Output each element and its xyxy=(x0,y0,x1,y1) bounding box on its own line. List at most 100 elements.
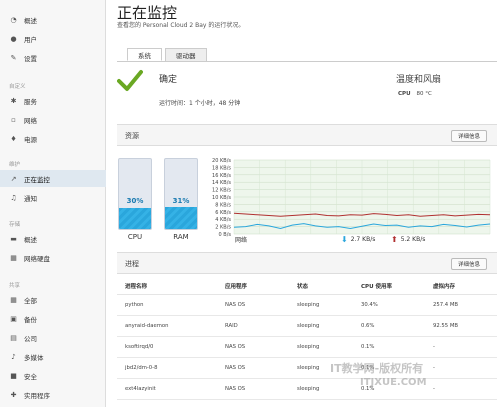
gear-icon: ✱ xyxy=(10,96,17,105)
sidebar-item-monitoring[interactable]: ↗ 正在监控 xyxy=(0,170,106,187)
column-header[interactable]: 虚拟内存 xyxy=(425,278,497,295)
cell: 30.4% xyxy=(353,294,425,316)
y-tick-label: 14 KB/s xyxy=(212,180,231,186)
sidebar-item-notifications[interactable]: ♫ 通知 xyxy=(0,189,106,206)
sidebar-item-all[interactable]: ▦ 全部 xyxy=(0,291,106,308)
sidebar-item-multimedia[interactable]: ♪ 多媒体 xyxy=(0,348,106,365)
column-header[interactable]: 进程名称 xyxy=(117,278,217,295)
network-chart: 0 B/s2 KB/s 4 KB/s6 KB/s 8 KB/s10 KB/s12 K… xyxy=(212,158,491,238)
y-tick-label: 20 KB/s xyxy=(212,158,231,164)
sidebar-item-company[interactable]: ▤ 公司 xyxy=(0,329,106,346)
lock-icon: ■ xyxy=(10,371,17,380)
network-label: 网络 xyxy=(235,237,248,244)
sidebar-item-label: 网络硬盘 xyxy=(24,254,50,263)
table-row[interactable]: anyraid-daemon RAID sleeping 0.6% 92.55 … xyxy=(117,315,497,337)
storage-overview-icon: ▬ xyxy=(10,234,17,243)
user-icon: ● xyxy=(10,34,17,43)
network-drive-icon: ▦ xyxy=(10,253,17,262)
column-header[interactable]: 应用程序 xyxy=(217,278,289,295)
y-tick-label: 8 KB/s xyxy=(215,202,231,208)
wrench-icon: ✎ xyxy=(10,53,17,62)
sidebar-item-label: 备份 xyxy=(24,315,37,324)
sidebar-item-label: 实用程序 xyxy=(24,391,50,400)
cell: jbd2/dm-0-8 xyxy=(117,357,217,379)
sidebar-item-backup[interactable]: ▣ 备份 xyxy=(0,310,106,327)
tab-system[interactable]: 系统 xyxy=(127,48,162,61)
ram-gauge: 31% xyxy=(164,158,198,230)
cell: NAS OS xyxy=(217,336,289,358)
cell: ksoftirqd/0 xyxy=(117,336,217,358)
y-tick-label: 6 KB/s xyxy=(215,210,231,216)
column-header[interactable]: 状态 xyxy=(289,278,353,295)
cpu-gauge-label: CPU xyxy=(127,233,143,241)
upload-rate: 5.2 KB/s xyxy=(400,236,426,243)
sidebar-item-power[interactable]: ♦ 电源 xyxy=(0,130,106,147)
sidebar-item-label: 网络 xyxy=(24,116,37,125)
dashboard-icon: ◔ xyxy=(10,15,17,24)
section-title-storage: 存储 xyxy=(9,222,21,228)
y-tick-label: 0 B/s xyxy=(219,232,232,238)
sidebar-item-network-drive[interactable]: ▦ 网络硬盘 xyxy=(0,249,106,266)
cpu-percent: 30% xyxy=(126,197,144,205)
ram-gauge-label: RAM xyxy=(173,233,189,241)
cell: - xyxy=(425,336,497,358)
tab-divider xyxy=(117,61,497,62)
table-row[interactable]: ksoftirqd/0 NAS OS sleeping 0.1% - xyxy=(117,336,497,358)
cell: sleeping xyxy=(289,315,353,337)
cpu-gauge: 30% xyxy=(118,158,152,230)
cpu-temperature: CPU 80 °C xyxy=(398,91,432,97)
sidebar-item-label: 公司 xyxy=(24,334,37,343)
cell: sleeping xyxy=(289,336,353,358)
cell: RAID xyxy=(217,315,289,337)
sidebar-item-label: 正在监控 xyxy=(24,175,50,184)
music-icon: ♪ xyxy=(11,352,16,361)
sidebar-item-utilities[interactable]: ✚ 实用程序 xyxy=(0,386,106,403)
resources-details-button[interactable]: 详细信息 xyxy=(451,130,487,142)
watermark-line2: ITJXUE.COM xyxy=(360,377,427,388)
cpu-temp-value: 80 °C xyxy=(416,91,432,97)
processes-header: 进程 详细信息 xyxy=(117,252,497,274)
system-status: 确定 xyxy=(159,75,178,85)
y-tick-label: 16 KB/s xyxy=(212,173,231,179)
processes-label: 进程 xyxy=(125,260,139,268)
cell: 257.4 MB xyxy=(425,294,497,316)
tab-drives[interactable]: 驱动器 xyxy=(165,48,207,61)
sidebar-item-label: 概述 xyxy=(24,16,37,25)
sidebar-item-label: 设置 xyxy=(24,54,37,63)
upload-legend: ⬆ 5.2 KB/s xyxy=(391,235,425,244)
section-title-shares: 共享 xyxy=(9,283,21,289)
cell: python xyxy=(117,294,217,316)
monitor-icon: ↗ xyxy=(10,174,17,183)
backup-icon: ▣ xyxy=(10,314,17,323)
power-icon: ♦ xyxy=(10,134,17,143)
cell: NAS OS xyxy=(217,378,289,400)
sidebar-item-network[interactable]: ▫ 网络 xyxy=(0,111,106,128)
processes-details-button[interactable]: 详细信息 xyxy=(451,258,487,270)
table-row[interactable]: python NAS OS sleeping 30.4% 257.4 MB xyxy=(117,294,497,316)
cpu-temp-label: CPU xyxy=(398,91,411,97)
uptime-text: 运行时间：1 个小时，48 分钟 xyxy=(159,100,241,107)
y-tick-label: 12 KB/s xyxy=(212,188,231,194)
sidebar-item-security[interactable]: ■ 安全 xyxy=(0,367,106,384)
utility-icon: ✚ xyxy=(10,390,17,399)
section-title-maintenance: 维护 xyxy=(9,162,21,168)
sidebar-item-users[interactable]: ● 用户 xyxy=(0,30,106,47)
bell-icon: ♫ xyxy=(10,193,17,202)
grid-icon: ▦ xyxy=(10,295,17,304)
column-header[interactable]: CPU 使用率 xyxy=(353,278,425,295)
sidebar-item-overview[interactable]: ◔ 概述 xyxy=(0,11,106,28)
sidebar-item-label: 全部 xyxy=(24,296,37,305)
table-header-row: 进程名称 应用程序 状态 CPU 使用率 虚拟内存 xyxy=(117,278,497,295)
sidebar-item-settings[interactable]: ✎ 设置 xyxy=(0,49,106,66)
sidebar-item-label: 用户 xyxy=(24,35,37,44)
y-tick-label: 4 KB/s xyxy=(215,217,231,223)
download-rate: 2.7 KB/s xyxy=(350,236,376,243)
tab-bar: 系统 驱动器 xyxy=(127,48,210,61)
cell: NAS OS xyxy=(217,357,289,379)
sidebar-item-services[interactable]: ✱ 服务 xyxy=(0,92,106,109)
y-tick-label: 2 KB/s xyxy=(215,225,231,231)
sidebar-item-storage-overview[interactable]: ▬ 概述 xyxy=(0,230,106,247)
y-tick-label: 18 KB/s xyxy=(212,165,231,171)
sidebar-item-label: 电源 xyxy=(24,135,37,144)
cell: sleeping xyxy=(289,294,353,316)
